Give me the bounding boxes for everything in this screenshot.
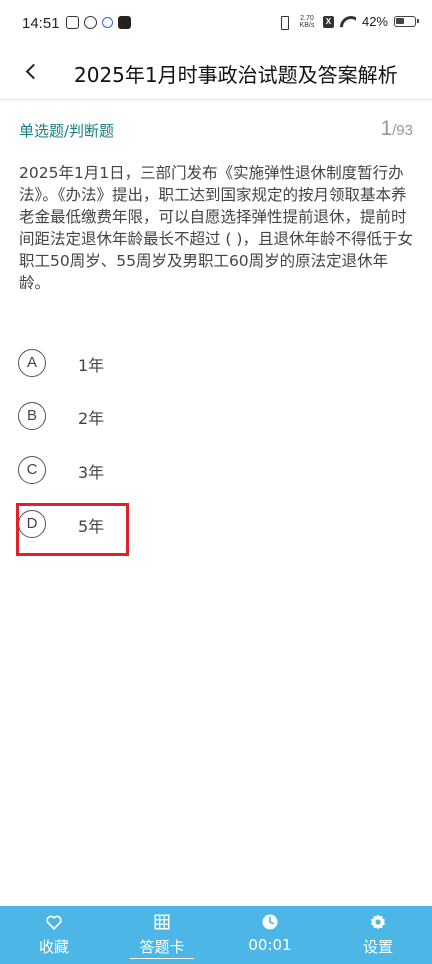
header: 2025年1月时事政治试题及答案解析 xyxy=(0,48,432,100)
favorite-label: 收藏 xyxy=(38,938,69,956)
answer-card-button[interactable]: 答题卡 xyxy=(108,906,216,964)
sim-icon: X xyxy=(322,15,334,28)
timer-button[interactable]: 00:01 xyxy=(216,906,324,964)
option-b[interactable]: B 2年 xyxy=(18,397,398,437)
bottom-bar: 收藏 答题卡 00:01 设置 xyxy=(0,906,432,964)
status-right: 2.70 KB/s X 42% xyxy=(277,14,419,30)
tiktok-notification-icon xyxy=(118,16,131,29)
question-total: /93 xyxy=(392,122,413,139)
option-text: 3年 xyxy=(78,463,105,482)
status-time: 14:51 xyxy=(22,15,60,32)
vibrate-icon xyxy=(277,15,291,30)
page-title: 2025年1月时事政治试题及答案解析 xyxy=(74,63,398,87)
question-type: 单选题/判断题 xyxy=(19,122,115,140)
settings-label: 设置 xyxy=(362,938,393,956)
option-d[interactable]: D 5年 xyxy=(18,505,398,545)
option-letter: B xyxy=(18,402,46,430)
status-bar: 14:51 2.70 KB/s X 42% xyxy=(0,0,432,48)
paw-notification-icon xyxy=(102,17,113,28)
option-text: 2年 xyxy=(78,409,105,428)
chevron-left-icon xyxy=(25,63,42,80)
active-indicator xyxy=(130,957,194,959)
wifi-icon xyxy=(340,16,356,28)
option-letter: D xyxy=(18,510,46,538)
question-current: 1 xyxy=(380,117,393,140)
answer-card-label: 答题卡 xyxy=(139,938,185,956)
battery-percent: 42% xyxy=(361,14,388,29)
question-counter: 1/93 xyxy=(380,117,413,141)
option-letter: C xyxy=(18,456,46,484)
option-letter: A xyxy=(18,349,46,377)
timer-label: 00:01 xyxy=(248,936,292,954)
gear-icon xyxy=(369,913,387,931)
net-speed-value: 2.70 xyxy=(300,14,314,22)
app-notification-icon xyxy=(66,16,79,29)
clock-icon xyxy=(261,913,279,931)
net-speed: 2.70 KB/s xyxy=(297,15,317,29)
grid-icon xyxy=(153,913,171,931)
option-text: 1年 xyxy=(78,356,105,375)
heart-icon xyxy=(45,913,63,931)
net-speed-unit: KB/s xyxy=(299,21,315,29)
favorite-button[interactable]: 收藏 xyxy=(0,906,108,964)
back-button[interactable] xyxy=(20,58,48,86)
notification-icons xyxy=(66,16,131,29)
question-text: 2025年1月1日，三部门发布《实施弹性退休制度暂行办法》。《办法》提出，职工达… xyxy=(19,164,413,292)
sync-notification-icon xyxy=(84,16,97,29)
battery-icon xyxy=(394,16,419,27)
option-a[interactable]: A 1年 xyxy=(18,344,398,384)
option-c[interactable]: C 3年 xyxy=(18,451,398,491)
settings-button[interactable]: 设置 xyxy=(324,906,432,964)
option-text: 5年 xyxy=(78,517,105,536)
